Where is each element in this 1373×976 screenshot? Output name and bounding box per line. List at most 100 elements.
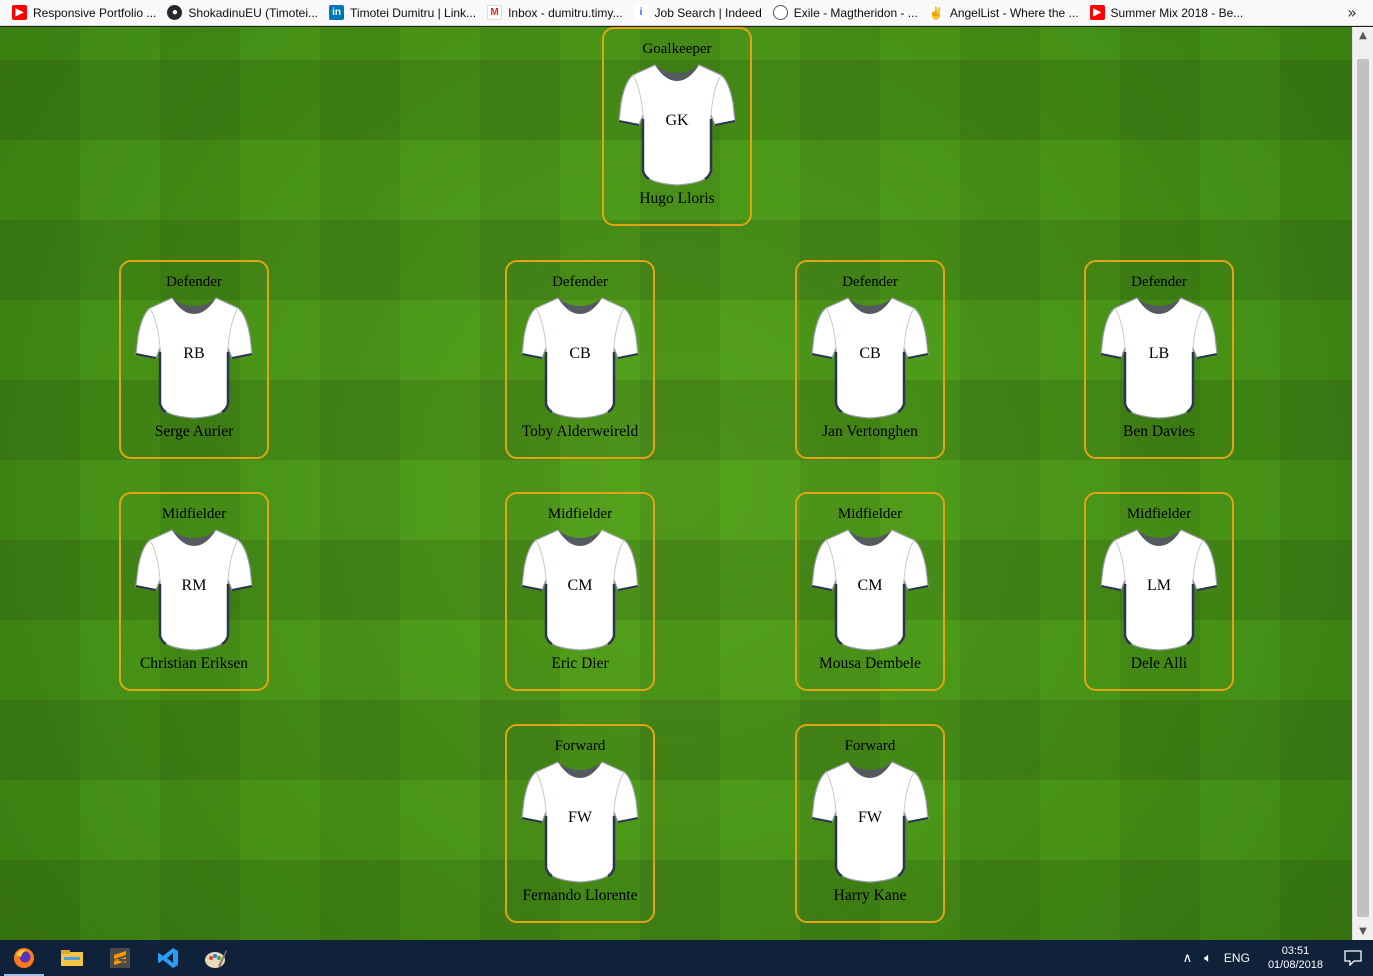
player-role: Goalkeeper xyxy=(642,41,712,57)
indeed-icon: i xyxy=(633,5,649,20)
bookmark-6[interactable]: ✌ AngelList - Where the ... xyxy=(928,5,1079,20)
scroll-down-arrow-icon[interactable]: ▼ xyxy=(1353,923,1373,940)
taskbar-app-file-explorer[interactable] xyxy=(48,940,96,976)
player-card-midfielder-lm[interactable]: Midfielder LM Dele Alli xyxy=(1084,492,1234,691)
position-label: LM xyxy=(1147,577,1171,594)
position-label: CB xyxy=(569,345,591,362)
bookmark-3[interactable]: M Inbox - dumitru.timy... xyxy=(487,5,623,20)
player-card-midfielder-cm-1[interactable]: Midfielder CM Eric Dier xyxy=(505,492,655,691)
player-card-defender-rb[interactable]: Defender RB Serge Aurier xyxy=(119,260,269,459)
bookmark-1[interactable]: ● ShokadinuEU (Timotei... xyxy=(167,5,318,20)
system-clock[interactable]: 03:51 01/08/2018 xyxy=(1268,944,1323,972)
player-name: Eric Dier xyxy=(551,655,609,672)
player-role: Defender xyxy=(1131,274,1187,290)
bookmark-0[interactable]: ▶ Responsive Portfolio ... xyxy=(12,5,156,20)
bookmark-label: Exile - Magtheridon - ... xyxy=(793,5,918,20)
player-name: Jan Vertonghen xyxy=(822,423,918,440)
language-indicator[interactable]: ENG xyxy=(1224,951,1250,965)
linkedin-icon: in xyxy=(329,5,345,20)
position-label: RM xyxy=(181,577,207,594)
jersey: CM xyxy=(808,524,932,654)
player-role: Defender xyxy=(842,274,898,290)
player-role: Forward xyxy=(554,738,606,754)
jersey: GK xyxy=(615,59,739,189)
bookmark-2[interactable]: in Timotei Dumitru | Link... xyxy=(329,5,476,20)
bookmark-5[interactable]: Exile - Magtheridon - ... xyxy=(772,5,918,20)
jersey: CM xyxy=(518,524,642,654)
bookmark-label: Summer Mix 2018 - Be... xyxy=(1110,5,1244,20)
scroll-thumb[interactable] xyxy=(1357,59,1369,917)
jersey: RB xyxy=(132,292,256,422)
bookmark-7[interactable]: ▶ Summer Mix 2018 - Be... xyxy=(1089,5,1244,20)
player-name: Dele Alli xyxy=(1130,655,1188,672)
bookmark-label: Responsive Portfolio ... xyxy=(33,5,157,20)
windows-taskbar: ∧ 🔈︎ ENG 03:51 01/08/2018 xyxy=(0,940,1373,976)
globe-icon xyxy=(772,5,788,20)
youtube-icon: ▶ xyxy=(12,5,27,20)
youtube-icon: ▶ xyxy=(1089,5,1105,20)
player-name: Mousa Dembele xyxy=(818,655,921,672)
player-card-defender-cb-2[interactable]: Defender CB Jan Vertonghen xyxy=(795,260,945,459)
clock-date: 01/08/2018 xyxy=(1267,959,1323,971)
firefox-icon xyxy=(14,948,34,968)
jersey: CB xyxy=(518,292,642,422)
player-name: Harry Kane xyxy=(833,887,907,904)
file-explorer-icon xyxy=(61,950,83,966)
bookmark-label: ShokadinuEU (Timotei... xyxy=(188,5,319,20)
player-card-goalkeeper[interactable]: Goalkeeper GK Hugo Lloris xyxy=(602,27,752,226)
player-name: Toby Alderweireld xyxy=(521,423,639,440)
player-role: Defender xyxy=(166,274,222,290)
player-name: Fernando Llorente xyxy=(522,887,638,904)
jersey: LB xyxy=(1097,292,1221,422)
notification-icon xyxy=(1344,950,1362,966)
player-name: Hugo Lloris xyxy=(639,190,715,207)
angellist-icon: ✌ xyxy=(928,5,944,20)
bookmark-label: Timotei Dumitru | Link... xyxy=(350,5,477,20)
bookmarks-toolbar: ▶ Responsive Portfolio ... ● ShokadinuEU… xyxy=(0,0,1373,26)
clock-time: 03:51 xyxy=(1281,945,1310,957)
position-label: CM xyxy=(567,577,593,594)
player-card-defender-cb-1[interactable]: Defender CB Toby Alderweireld xyxy=(505,260,655,459)
player-role: Forward xyxy=(844,738,896,754)
speaker-icon[interactable]: 🔈︎ xyxy=(1204,950,1212,966)
bookmark-label: Inbox - dumitru.timy... xyxy=(508,5,623,20)
taskbar-app-firefox[interactable] xyxy=(0,940,48,976)
jersey: LM xyxy=(1097,524,1221,654)
vscode-icon xyxy=(158,948,178,968)
vertical-scrollbar[interactable]: ▲ ▼ xyxy=(1352,27,1373,940)
football-pitch: Goalkeeper GK Hugo Lloris Defender RB Se… xyxy=(0,27,1352,940)
player-card-midfielder-rm[interactable]: Midfielder RM Christian Eriksen xyxy=(119,492,269,691)
position-label: FW xyxy=(858,809,882,826)
taskbar-app-sublime-text[interactable] xyxy=(96,940,144,976)
player-card-midfielder-cm-2[interactable]: Midfielder CM Mousa Dembele xyxy=(795,492,945,691)
position-label: CM xyxy=(857,577,883,594)
jersey: CB xyxy=(808,292,932,422)
player-card-defender-lb[interactable]: Defender LB Ben Davies xyxy=(1084,260,1234,459)
jersey: RM xyxy=(132,524,256,654)
player-name: Serge Aurier xyxy=(154,423,234,440)
github-icon: ● xyxy=(167,5,183,20)
bookmark-4[interactable]: i Job Search | Indeed xyxy=(633,5,762,20)
player-role: Midfielder xyxy=(547,506,613,522)
player-role: Midfielder xyxy=(1126,506,1192,522)
paint-icon xyxy=(205,950,227,968)
position-label: LB xyxy=(1148,345,1170,362)
position-label: CB xyxy=(859,345,881,362)
bookmark-label: AngelList - Where the ... xyxy=(949,5,1079,20)
player-role: Midfielder xyxy=(161,506,227,522)
taskbar-app-paint[interactable] xyxy=(192,940,240,976)
position-label: FW xyxy=(568,809,592,826)
taskbar-app-vscode[interactable] xyxy=(144,940,192,976)
player-role: Defender xyxy=(552,274,608,290)
chevron-up-icon[interactable]: ∧ xyxy=(1183,950,1193,966)
position-label: GK xyxy=(665,112,689,129)
jersey: FW xyxy=(808,756,932,886)
bookmarks-overflow-button[interactable]: » xyxy=(1347,3,1357,22)
bookmark-label: Job Search | Indeed xyxy=(654,5,762,20)
player-card-forward-1[interactable]: Forward FW Fernando Llorente xyxy=(505,724,655,923)
notifications-button[interactable] xyxy=(1333,940,1373,976)
sublime-text-icon xyxy=(110,948,130,968)
player-name: Christian Eriksen xyxy=(139,655,249,672)
scroll-up-arrow-icon[interactable]: ▲ xyxy=(1353,27,1373,44)
player-card-forward-2[interactable]: Forward FW Harry Kane xyxy=(795,724,945,923)
